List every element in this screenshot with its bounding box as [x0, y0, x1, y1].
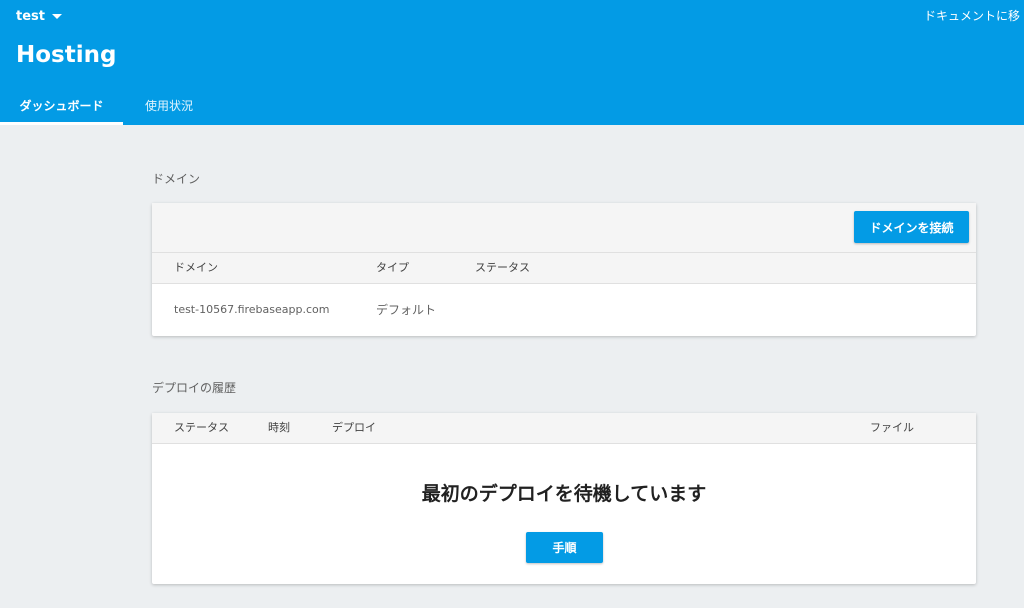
project-name: test: [16, 8, 45, 24]
domains-card: ドメインを接続 ドメイン タイプ ステータス test-10567.fireba…: [152, 203, 976, 336]
deploy-table-header: ステータス 時刻 デプロイ ファイル: [152, 413, 976, 444]
column-header-domain: ドメイン: [174, 261, 218, 274]
tab-dashboard[interactable]: ダッシュボード: [0, 86, 123, 125]
domains-section-title: ドメイン: [152, 172, 201, 186]
page-title: Hosting: [16, 42, 117, 68]
column-header-status: ステータス: [475, 261, 530, 274]
domains-table-header: ドメイン タイプ ステータス: [152, 253, 976, 284]
table-row: test-10567.firebaseapp.com デフォルト: [152, 284, 976, 336]
connect-domain-button[interactable]: ドメインを接続: [854, 211, 969, 243]
instructions-button[interactable]: 手順: [526, 532, 603, 563]
deploy-history-card: ステータス 時刻 デプロイ ファイル 最初のデプロイを待機しています 手順: [152, 413, 976, 584]
project-switcher[interactable]: test: [16, 6, 62, 26]
column-header-files: ファイル: [870, 421, 914, 434]
deploy-history-section-title: デプロイの履歴: [152, 381, 237, 395]
domains-toolbar: ドメインを接続: [152, 203, 976, 253]
domain-type: デフォルト: [376, 303, 437, 317]
tab-usage[interactable]: 使用状況: [123, 86, 215, 125]
column-header-deploy: デプロイ: [332, 421, 376, 434]
column-header-status: ステータス: [174, 421, 229, 434]
top-app-bar: test ドキュメントに移 Hosting ダッシュボード 使用状況: [0, 0, 1024, 125]
empty-state-message: 最初のデプロイを待機しています: [421, 483, 707, 505]
column-header-time: 時刻: [268, 421, 290, 434]
docs-link[interactable]: ドキュメントに移: [924, 7, 1024, 24]
domain-name: test-10567.firebaseapp.com: [174, 303, 330, 316]
dropdown-caret-icon: [51, 13, 62, 19]
tab-bar: ダッシュボード 使用状況: [0, 86, 215, 125]
column-header-type: タイプ: [376, 261, 409, 274]
